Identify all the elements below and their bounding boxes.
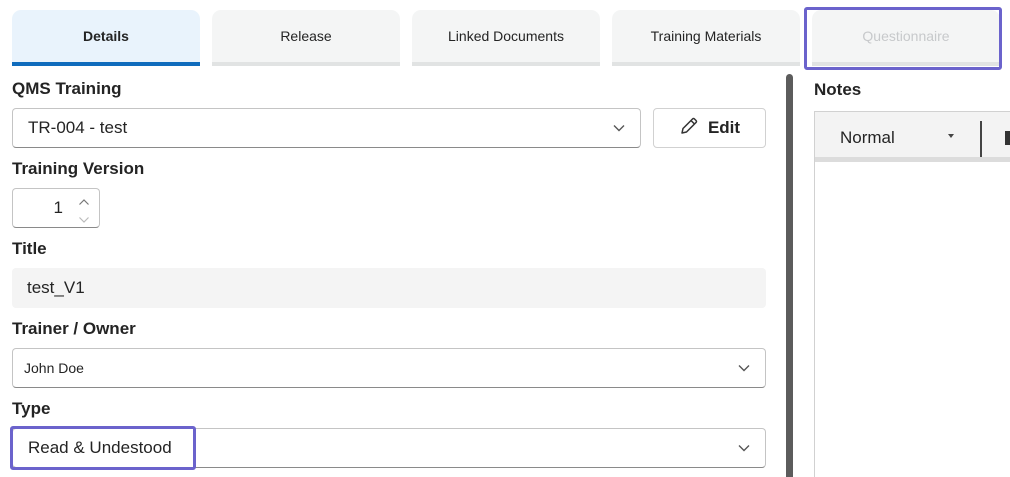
tab-label: Linked Documents	[448, 28, 564, 44]
tab-release[interactable]: Release	[212, 10, 400, 66]
tab-label: Questionnaire	[862, 28, 950, 44]
qms-training-label: QMS Training	[12, 79, 122, 98]
toolbar-button-icon[interactable]	[1005, 131, 1010, 145]
chevron-down-icon	[612, 121, 626, 135]
trainer-owner-dropdown[interactable]: John Doe	[12, 348, 766, 388]
type-dropdown[interactable]: Read & Undestood	[12, 428, 766, 468]
training-version-value: 1	[53, 198, 63, 217]
training-version-spinbutton[interactable]: 1	[12, 188, 100, 228]
qms-training-dropdown[interactable]: TR-004 - test	[12, 108, 641, 148]
training-version-label: Training Version	[12, 159, 145, 178]
caret-down-icon[interactable]	[948, 134, 954, 138]
type-value: Read & Undestood	[28, 438, 172, 457]
tab-label: Details	[83, 28, 129, 44]
trainer-owner-value: John Doe	[24, 360, 84, 376]
notes-editor[interactable]: Normal	[814, 111, 1010, 477]
tab-label: Release	[280, 28, 332, 44]
chevron-down-icon[interactable]	[78, 211, 92, 229]
title-value: test_V1	[27, 278, 85, 297]
chevron-down-icon	[737, 441, 751, 455]
toolbar-divider	[980, 121, 982, 157]
text-format-select[interactable]: Normal	[840, 128, 895, 148]
edit-button-label: Edit	[707, 118, 741, 137]
type-label: Type	[12, 399, 51, 418]
edit-button[interactable]: Edit	[653, 108, 766, 148]
notes-label: Notes	[814, 80, 862, 99]
tab-label: Training Materials	[650, 28, 762, 44]
chevron-up-icon[interactable]	[78, 193, 92, 211]
chevron-down-icon	[737, 361, 751, 375]
tab-training-materials[interactable]: Training Materials	[612, 10, 800, 66]
qms-training-value: TR-004 - test	[28, 118, 128, 137]
title-label: Title	[12, 239, 47, 258]
vertical-scrollbar[interactable]	[786, 74, 793, 477]
trainer-owner-label: Trainer / Owner	[12, 319, 136, 338]
tab-questionnaire[interactable]: Questionnaire	[812, 10, 1000, 66]
tab-details[interactable]: Details	[12, 10, 200, 66]
pencil-icon	[679, 116, 699, 141]
title-field: test_V1	[12, 268, 766, 308]
notes-toolbar: Normal	[815, 112, 1010, 162]
tab-linked-documents[interactable]: Linked Documents	[412, 10, 600, 66]
